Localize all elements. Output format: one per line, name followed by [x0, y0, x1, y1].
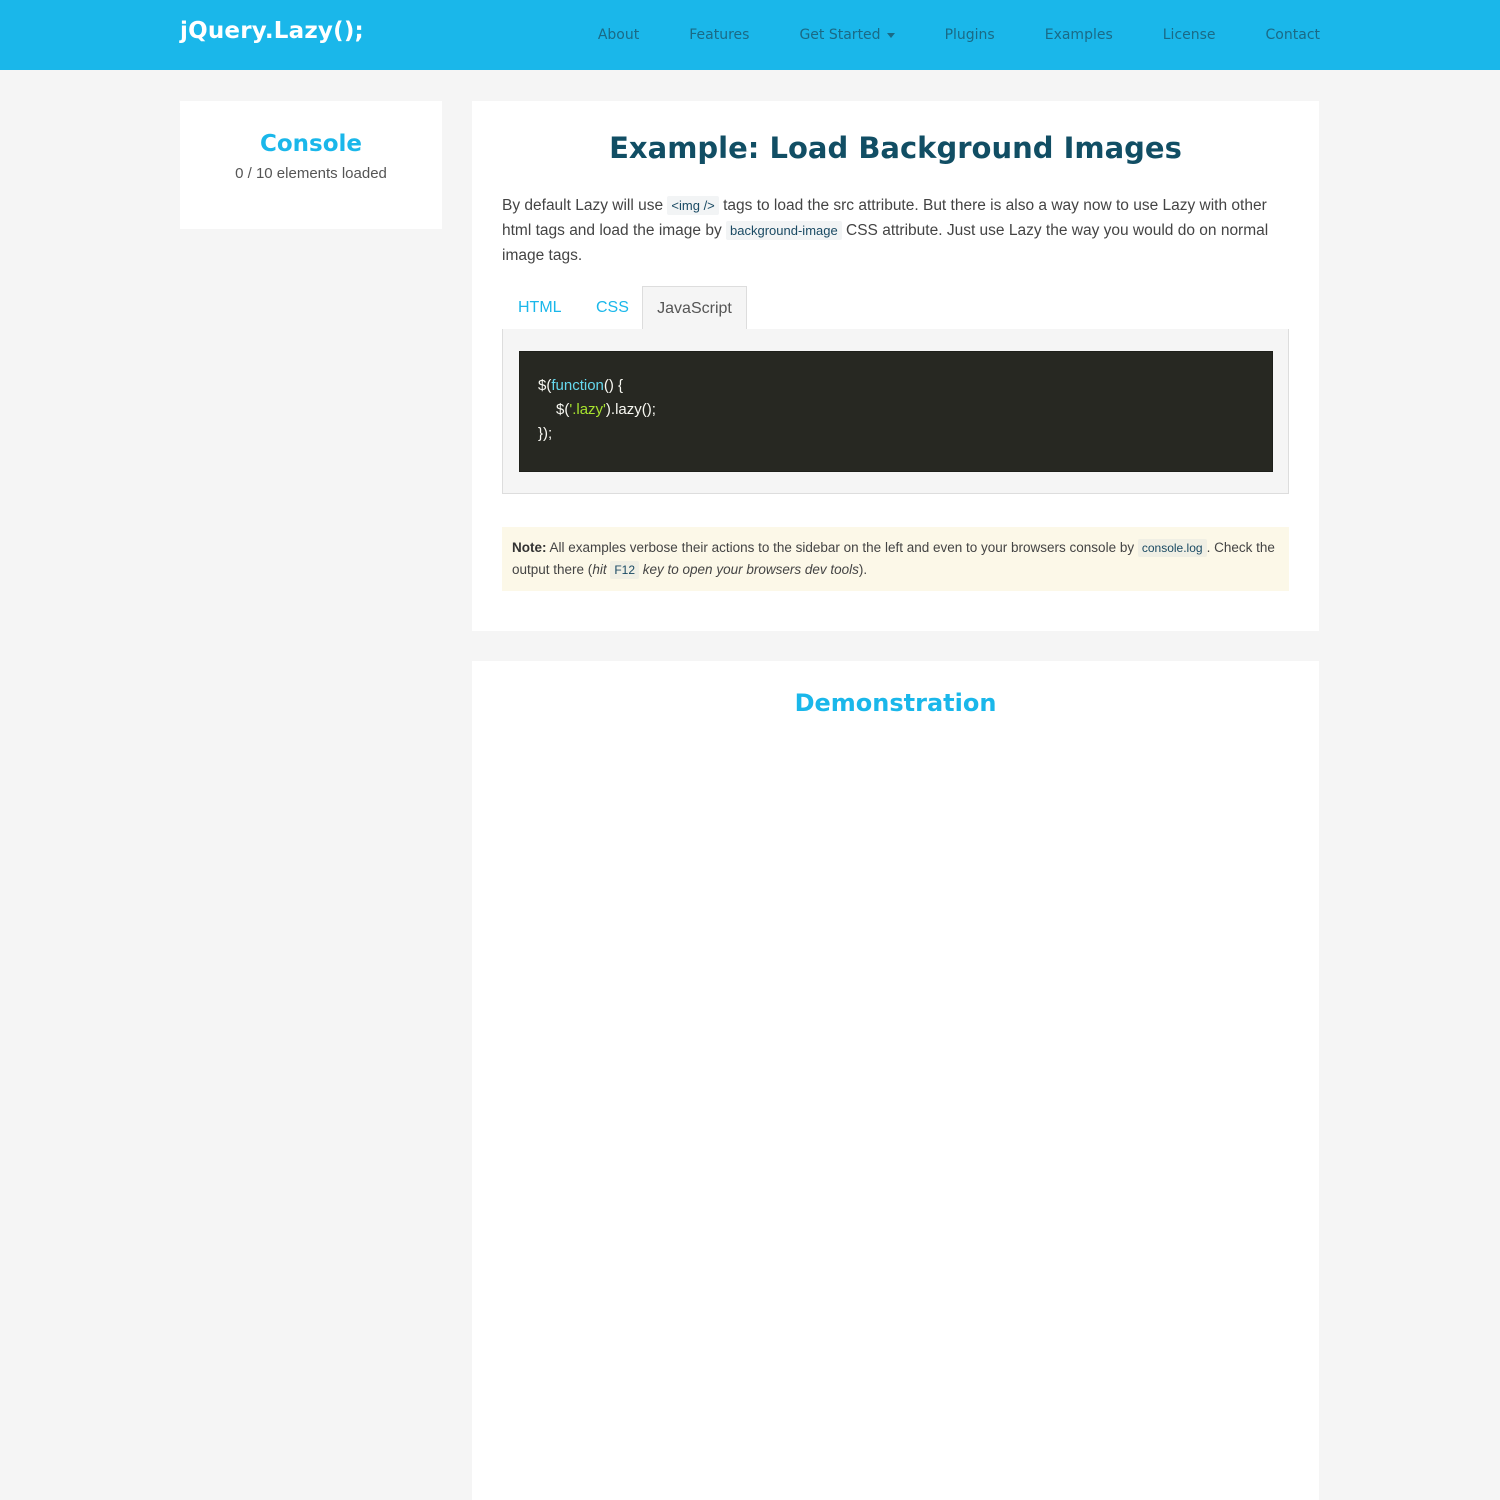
console-status: 0 / 10 elements loaded	[235, 165, 387, 182]
code-line-1: $(function() {	[538, 374, 1254, 398]
code-token: $(	[556, 401, 570, 418]
code-string: '.lazy'	[569, 401, 606, 418]
nav-examples[interactable]: Examples	[1045, 27, 1113, 43]
nav-about[interactable]: About	[598, 27, 639, 43]
desc-text-1: By default Lazy will use	[502, 197, 668, 214]
demo-title: Demonstration	[794, 689, 997, 717]
tab-javascript[interactable]: JavaScript	[642, 286, 747, 331]
top-navbar: jQuery.Lazy(); About Features Get Starte…	[0, 0, 1500, 70]
inline-code-console-log: console.log	[1137, 539, 1207, 557]
code-token: $(	[538, 377, 552, 394]
inline-code-img: <img />	[667, 196, 719, 215]
main-nav: About Features Get Started Plugins Examp…	[548, 0, 1320, 70]
note-text-1: All examples verbose their actions to th…	[546, 540, 1138, 555]
code-line-3: });	[538, 425, 553, 442]
note-box: Note: All examples verbose their actions…	[502, 527, 1289, 591]
note-label: Note:	[512, 540, 547, 555]
inline-code-background-image: background-image	[726, 221, 842, 240]
nav-get-started-label: Get Started	[799, 27, 881, 43]
code-block: $(function() { $('.lazy').lazy(); });	[519, 351, 1273, 472]
nav-contact[interactable]: Contact	[1266, 27, 1320, 43]
code-tabs: HTML CSS JavaScript	[502, 286, 1289, 331]
example-description: By default Lazy will use <img /> tags to…	[502, 193, 1292, 268]
caret-down-icon	[886, 32, 895, 38]
page-title: Example: Load Background Images	[609, 131, 1182, 165]
nav-plugins[interactable]: Plugins	[945, 27, 995, 43]
brand-logo[interactable]: jQuery.Lazy();	[180, 18, 364, 44]
code-token: () {	[603, 377, 624, 394]
nav-features[interactable]: Features	[689, 27, 749, 43]
note-italic-1: hit	[592, 562, 611, 577]
console-title: Console	[259, 131, 363, 157]
nav-get-started[interactable]: Get Started	[799, 27, 895, 43]
note-italic-2: key to open your browsers dev tools	[639, 562, 859, 577]
example-card: Example: Load Background Images By defau…	[472, 101, 1319, 631]
tab-css[interactable]: CSS	[596, 286, 629, 330]
console-panel: Console 0 / 10 elements loaded	[180, 101, 442, 229]
nav-license[interactable]: License	[1163, 27, 1216, 43]
tab-html[interactable]: HTML	[518, 286, 562, 330]
code-keyword: function	[551, 377, 604, 394]
inline-code-f12: F12	[610, 561, 640, 579]
code-line-2: $('.lazy').lazy();	[538, 398, 1254, 422]
code-token: ).lazy();	[605, 401, 656, 418]
tab-panel-javascript: $(function() { $('.lazy').lazy(); });	[502, 329, 1289, 494]
demo-card: Demonstration	[472, 661, 1319, 1500]
note-text-3: ).	[858, 562, 868, 577]
